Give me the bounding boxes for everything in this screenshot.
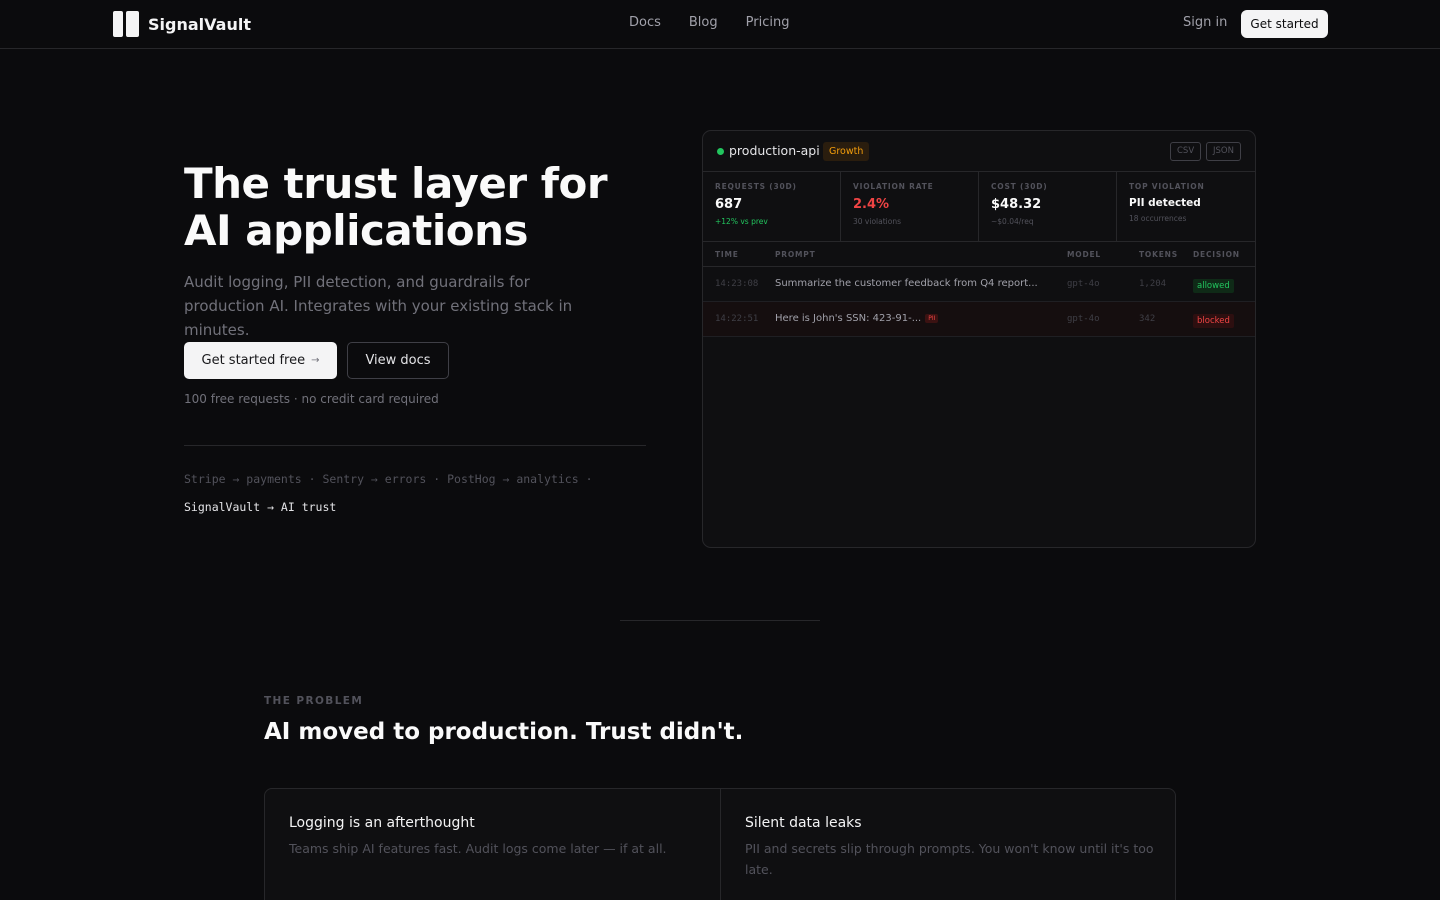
table-row[interactable]: 14:22:51 Here is John's SSN: 423-91-... P… <box>703 302 1255 337</box>
stack-signalvault-line: SignalVault → AI trust <box>184 500 337 514</box>
stat-top-violation: TOP VIOLATION PII detected 18 occurrence… <box>1117 172 1255 242</box>
get-started-free-label: Get started free <box>201 353 306 368</box>
sign-in-link[interactable]: Sign in <box>1183 15 1227 30</box>
stat-label: VIOLATION RATE <box>853 182 934 191</box>
row-tokens: 1,204 <box>1139 279 1167 289</box>
nav-link-docs[interactable]: Docs <box>629 15 661 30</box>
nav-links: Docs Blog Pricing <box>629 15 817 30</box>
row-tokens: 342 <box>1139 314 1156 324</box>
top-nav: SignalVault Docs Blog Pricing Sign in Ge… <box>0 0 1440 49</box>
problem-eyebrow: THE PROBLEM <box>264 695 364 707</box>
row-model: gpt-4o <box>1067 314 1100 324</box>
stat-label: TOP VIOLATION <box>1129 182 1205 191</box>
stat-value: $48.32 <box>991 197 1042 212</box>
column-header-time: TIME <box>715 250 739 259</box>
card-title: Silent data leaks <box>745 815 862 831</box>
brand-logo[interactable]: SignalVault <box>113 11 251 37</box>
arrow-right-icon: → <box>311 355 320 366</box>
nav-link-pricing[interactable]: Pricing <box>746 15 790 30</box>
stat-violation-rate: VIOLATION RATE 2.4% 30 violations <box>841 172 979 242</box>
stat-sub: 18 occurrences <box>1129 214 1187 223</box>
plan-badge: Growth <box>823 142 870 161</box>
row-prompt-container: Here is John's SSN: 423-91-... PII <box>775 313 939 324</box>
hero-title: The trust layer for AI applications <box>184 159 608 255</box>
row-time: 14:23:08 <box>715 279 759 289</box>
logo-icon <box>113 11 139 37</box>
stats-row: REQUESTS (30D) 687 +12% vs prev VIOLATIO… <box>703 172 1255 242</box>
column-header-prompt: PROMPT <box>775 250 816 259</box>
stat-requests: REQUESTS (30D) 687 +12% vs prev <box>703 172 841 242</box>
problem-card: Logging is an afterthought Teams ship AI… <box>265 789 721 900</box>
table-row[interactable]: 14:23:08 Summarize the customer feedback… <box>703 267 1255 302</box>
stat-label: REQUESTS (30D) <box>715 182 797 191</box>
card-description: Teams ship AI features fast. Audit logs … <box>289 841 667 856</box>
row-time: 14:22:51 <box>715 314 759 324</box>
column-header-model: MODEL <box>1067 250 1101 259</box>
hero-note: 100 free requests · no credit card requi… <box>184 392 439 406</box>
view-docs-button[interactable]: View docs <box>347 342 449 379</box>
stat-value: 687 <box>715 197 743 212</box>
get-started-button[interactable]: Get started <box>1241 10 1328 38</box>
stat-sub: 30 violations <box>853 217 901 226</box>
card-description: PII and secrets slip through prompts. Yo… <box>745 841 1154 877</box>
pii-tag: PII <box>925 313 939 323</box>
stat-sub: ~$0.04/req <box>991 217 1034 226</box>
project-name: production-api <box>729 143 820 158</box>
get-started-free-button[interactable]: Get started free → <box>184 342 337 379</box>
dashboard-preview: production-api Growth CSV JSON REQUESTS … <box>702 130 1256 548</box>
card-title: Logging is an afterthought <box>289 815 475 831</box>
dashboard-header: production-api Growth CSV JSON <box>703 131 1255 172</box>
stat-sub: +12% vs prev <box>715 217 768 226</box>
problem-card: Silent data leaks PII and secrets slip t… <box>721 789 1175 900</box>
column-header-decision: DECISION <box>1193 250 1240 259</box>
decision-badge: blocked <box>1193 314 1234 328</box>
row-prompt: Here is John's SSN: 423-91-... <box>775 313 922 324</box>
stat-value: 2.4% <box>853 197 890 212</box>
stack-comparison-line: Stripe → payments · Sentry → errors · Po… <box>184 472 593 486</box>
row-model: gpt-4o <box>1067 279 1100 289</box>
section-divider <box>620 620 820 621</box>
problem-title: AI moved to production. Trust didn't. <box>264 719 744 745</box>
column-header-tokens: TOKENS <box>1139 250 1178 259</box>
stat-value: PII detected <box>1129 197 1201 209</box>
stat-cost: COST (30D) $48.32 ~$0.04/req <box>979 172 1117 242</box>
stat-label: COST (30D) <box>991 182 1048 191</box>
status-dot-icon <box>717 148 724 155</box>
export-json-button[interactable]: JSON <box>1206 142 1241 161</box>
problem-cards: Logging is an afterthought Teams ship AI… <box>264 788 1176 900</box>
hero-divider <box>184 445 646 446</box>
row-prompt: Summarize the customer feedback from Q4 … <box>775 278 1038 289</box>
hero-subtitle: Audit logging, PII detection, and guardr… <box>184 273 573 339</box>
brand-name: SignalVault <box>148 14 251 34</box>
table-header: TIME PROMPT MODEL TOKENS DECISION <box>703 242 1255 267</box>
export-csv-button[interactable]: CSV <box>1170 142 1202 161</box>
nav-link-blog[interactable]: Blog <box>689 15 718 30</box>
decision-badge: allowed <box>1193 279 1234 293</box>
